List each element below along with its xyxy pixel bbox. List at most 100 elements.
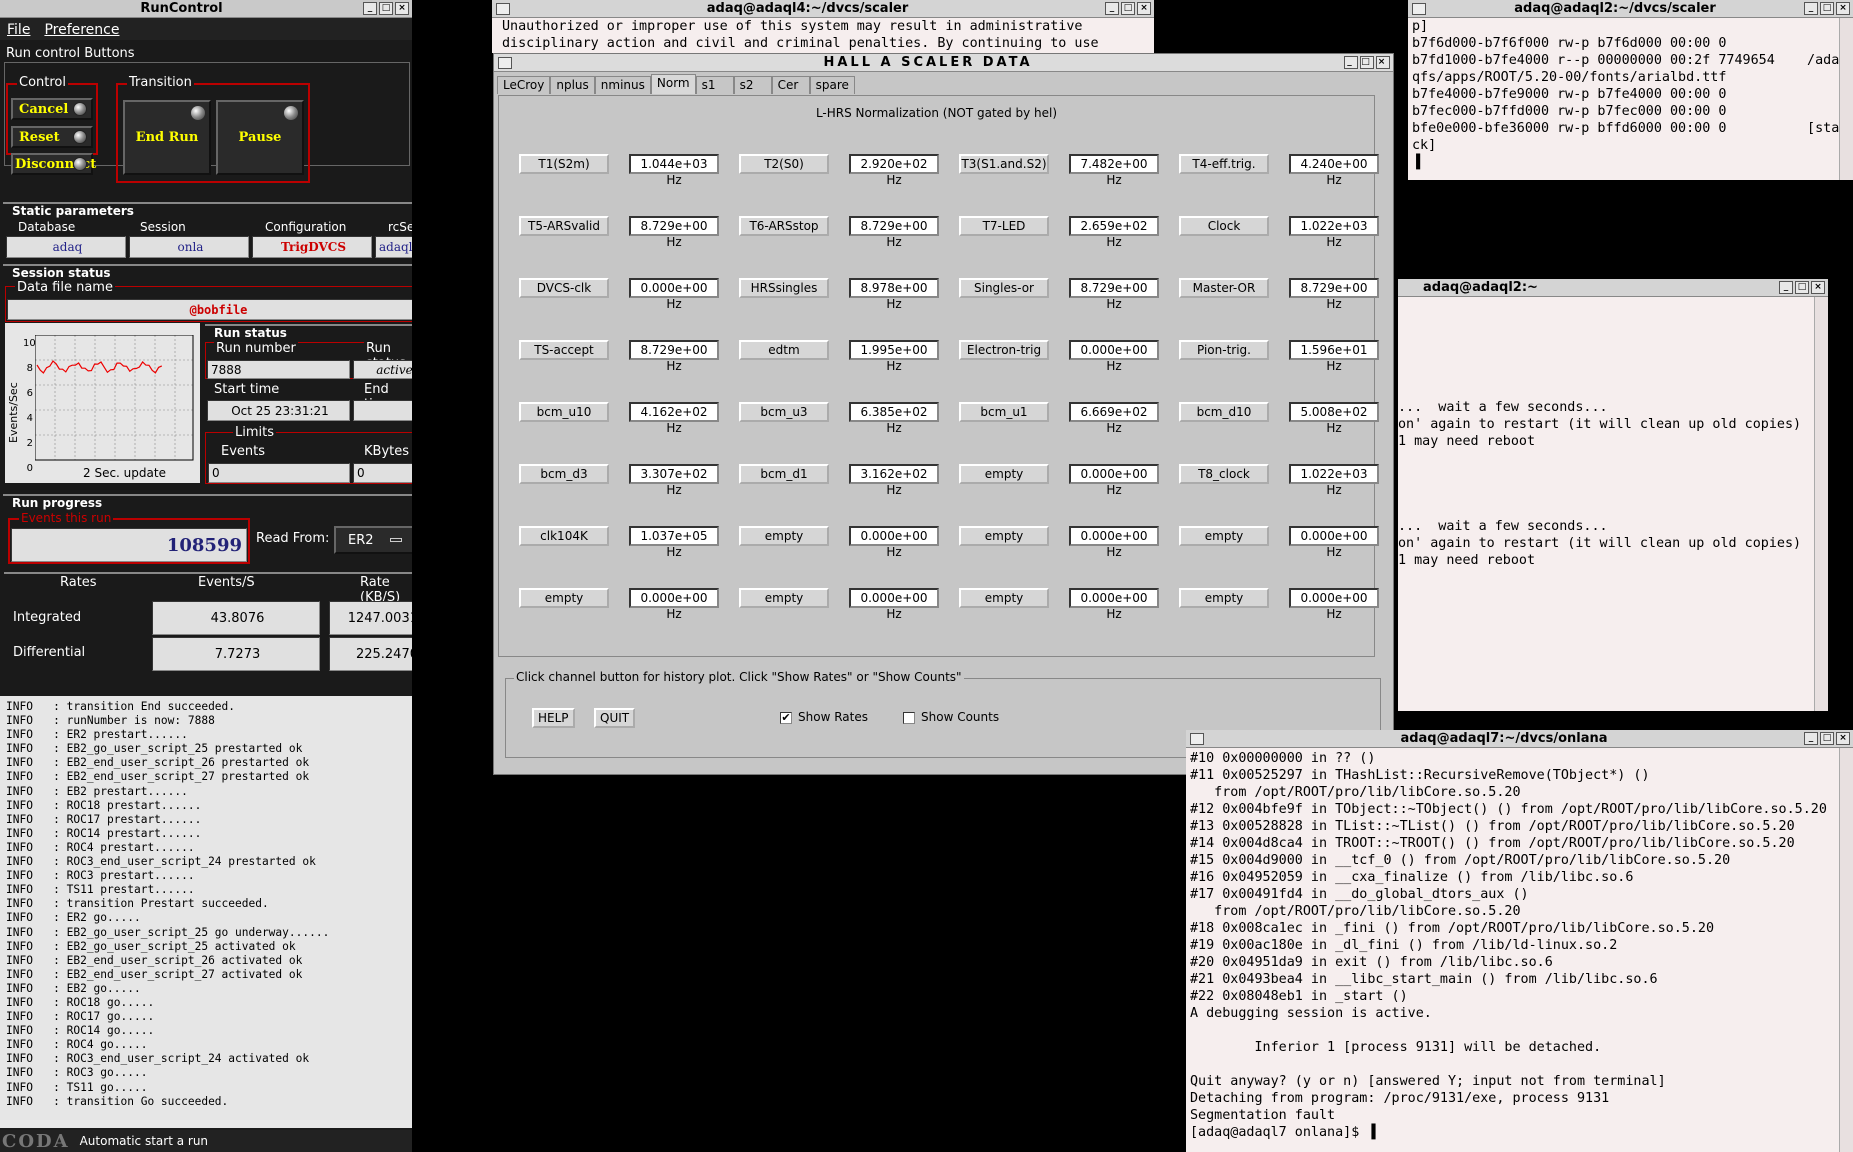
maximize-button[interactable]: □ [1121, 2, 1135, 15]
channel-button[interactable]: bcm_d1 [739, 464, 829, 484]
close-button[interactable]: × [1137, 2, 1151, 15]
channel-button[interactable]: TS-accept [519, 340, 609, 360]
channel-rate-value: 1.022e+03 Hz [1289, 216, 1379, 249]
tab-nminus[interactable]: nminus [594, 76, 651, 94]
events-this-run-header: Events this run [19, 511, 114, 525]
terminal-adaql2-titlebar[interactable]: adaq@adaql2:~ _ □ × [1398, 279, 1828, 297]
window-menu-icon[interactable] [498, 56, 512, 69]
message-log[interactable]: INFO : transition End succeeded. INFO : … [0, 696, 412, 1128]
quit-button[interactable]: QUIT [594, 708, 636, 728]
channel-button[interactable]: Electron-trig [959, 340, 1049, 360]
terminal-adaql7-titlebar[interactable]: adaq@adaql7:~/dvcs/onlana _ □ × [1186, 730, 1853, 748]
limits-header: Limits [233, 425, 276, 440]
channel-button[interactable]: empty [959, 464, 1049, 484]
tab-spare[interactable]: spare [809, 76, 855, 94]
show-rates-checkbox[interactable]: ✔ [780, 712, 792, 724]
tab-lecroy[interactable]: LeCroy [497, 76, 551, 94]
channel-button[interactable]: empty [959, 526, 1049, 546]
window-menu-icon[interactable] [1190, 732, 1204, 745]
end-run-button[interactable]: End Run [123, 100, 211, 175]
cancel-button[interactable]: Cancel [11, 98, 93, 120]
help-button[interactable]: HELP [532, 708, 575, 728]
terminal-output[interactable]: ... wait a few seconds... on' again to r… [1398, 297, 1814, 711]
maximize-button[interactable]: □ [379, 2, 393, 15]
data-file-name-header: Data file name [15, 280, 115, 295]
channel-button[interactable]: bcm_u3 [739, 402, 829, 422]
close-button[interactable]: × [1836, 732, 1850, 745]
terminal-adaql2-scaler-window: adaq@adaql2:~/dvcs/scaler _ □ × p] b7f6d… [1408, 0, 1853, 180]
scrollbar[interactable] [1839, 18, 1853, 180]
channel-button[interactable]: Pion-trig. [1179, 340, 1269, 360]
maximize-button[interactable]: □ [1820, 732, 1834, 745]
channel-button[interactable]: T6-ARSstop [739, 216, 829, 236]
tab-norm[interactable]: Norm [650, 74, 696, 94]
window-menu-icon[interactable] [496, 2, 510, 15]
channel-button[interactable]: bcm_d3 [519, 464, 609, 484]
reset-button[interactable]: Reset [11, 126, 93, 148]
channel-button[interactable]: DVCS-clk [519, 278, 609, 298]
terminal-adaql4-titlebar[interactable]: adaq@adaql4:~/dvcs/scaler _ □ × [492, 0, 1154, 18]
channel-button[interactable]: Master-OR [1179, 278, 1269, 298]
terminal-output[interactable]: #10 0x00000000 in ?? () #11 0x00525297 i… [1186, 750, 1839, 1152]
channel-button[interactable]: clk104K [519, 526, 609, 546]
close-button[interactable]: × [1811, 281, 1825, 294]
channel-rate-value: 6.669e+02 Hz [1069, 402, 1159, 435]
window-title: RunControl [140, 1, 223, 16]
differential-kb-rate: 225.2470 [329, 637, 412, 671]
scaler-titlebar[interactable]: HALL A SCALER DATA _ □ × [494, 54, 1393, 72]
channel-button[interactable]: Clock [1179, 216, 1269, 236]
minimize-button[interactable]: _ [1804, 732, 1818, 745]
channel-button[interactable]: Singles-or [959, 278, 1049, 298]
pause-button[interactable]: Pause [216, 100, 304, 175]
menu-preference[interactable]: Preference [44, 22, 119, 38]
tab-s1[interactable]: s1 [695, 76, 734, 94]
menu-file[interactable]: File [7, 22, 30, 38]
channel-button[interactable]: bcm_u10 [519, 402, 609, 422]
events-limit-input[interactable]: 0 [208, 463, 350, 483]
close-button[interactable]: × [1376, 56, 1390, 69]
scrollbar[interactable] [1814, 297, 1828, 711]
minimize-button[interactable]: _ [1105, 2, 1119, 15]
channel-button[interactable]: empty [959, 588, 1049, 608]
tab-nplus[interactable]: nplus [550, 76, 595, 94]
channel-button[interactable]: HRSsingles [739, 278, 829, 298]
maximize-button[interactable]: □ [1360, 56, 1374, 69]
channel-button[interactable]: T2(S0) [739, 154, 829, 174]
show-counts-label: Show Counts [921, 710, 1000, 724]
close-button[interactable]: × [395, 2, 409, 15]
minimize-button[interactable]: _ [1779, 281, 1793, 294]
maximize-button[interactable]: □ [1820, 2, 1834, 15]
channel-button[interactable]: T7-LED [959, 216, 1049, 236]
minimize-button[interactable]: _ [363, 2, 377, 15]
channel-button[interactable]: bcm_u1 [959, 402, 1049, 422]
kbytes-limit-input[interactable]: 0 [353, 463, 412, 483]
minimize-button[interactable]: _ [1804, 2, 1818, 15]
maximize-button[interactable]: □ [1795, 281, 1809, 294]
channel-button[interactable]: T5-ARSvalid [519, 216, 609, 236]
channel-button[interactable]: empty [1179, 526, 1269, 546]
show-counts-checkbox[interactable] [903, 712, 915, 724]
runcontrol-titlebar[interactable]: RunControl _ □ × [0, 0, 412, 18]
window-menu-icon[interactable] [1412, 2, 1426, 15]
channel-button[interactable]: empty [1179, 588, 1269, 608]
channel-button[interactable]: empty [739, 526, 829, 546]
channel-button[interactable]: edtm [739, 340, 829, 360]
channel-button[interactable]: T4-eff.trig. [1179, 154, 1269, 174]
channel-button[interactable]: empty [739, 588, 829, 608]
minimize-button[interactable]: _ [1344, 56, 1358, 69]
disconnect-button[interactable]: Disconnect [11, 153, 96, 175]
channel-button[interactable]: T1(S2m) [519, 154, 609, 174]
close-button[interactable]: × [1836, 2, 1850, 15]
channel-button[interactable]: T3(S1.and.S2) [959, 154, 1049, 174]
terminal-adaql2-scaler-titlebar[interactable]: adaq@adaql2:~/dvcs/scaler _ □ × [1408, 0, 1853, 18]
channel-button[interactable]: T8_clock [1179, 464, 1269, 484]
channel-button[interactable]: empty [519, 588, 609, 608]
runcontrol-window: RunControl _ □ × File Preference Run con… [0, 0, 412, 1152]
scrollbar[interactable] [1839, 748, 1853, 1152]
tab-s2[interactable]: s2 [733, 76, 772, 94]
terminal-output[interactable]: p] b7f6d000-b7f6f000 rw-p b7f6d000 00:00… [1408, 18, 1839, 180]
read-from-select[interactable]: ER2 [334, 526, 412, 554]
terminal-output[interactable]: Unauthorized or improper use of this sys… [492, 18, 1154, 53]
tab-cer[interactable]: Cer [771, 76, 810, 94]
channel-button[interactable]: bcm_d10 [1179, 402, 1269, 422]
